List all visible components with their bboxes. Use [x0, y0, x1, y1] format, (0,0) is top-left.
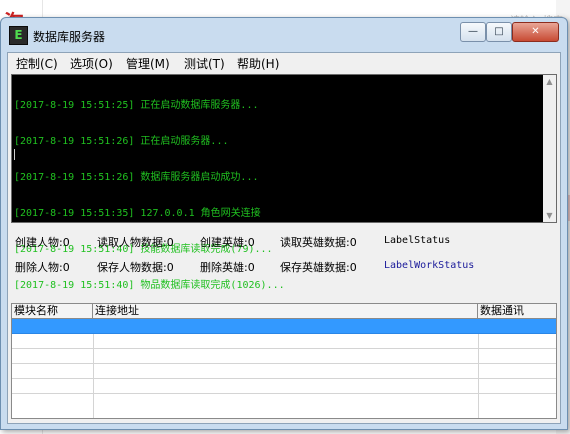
column-data-communication[interactable]: 数据通讯 — [478, 304, 556, 318]
module-list[interactable]: 模块名称 连接地址 数据通讯 — [11, 303, 557, 419]
log-line: [2017-8-19 15:51:35] 127.0.0.1 角色网关连接 — [14, 208, 261, 219]
menu-options[interactable]: 选项(O) — [70, 55, 113, 72]
log-line: [2017-8-19 15:51:26] 数据库服务器启动成功... — [14, 172, 259, 183]
close-button[interactable]: ✕ — [512, 22, 559, 42]
menu-bar: 控制(C) 选项(O) 管理(M) 测试(T) 帮助(H) — [8, 53, 560, 73]
scroll-up-arrow-icon[interactable]: ▲ — [543, 75, 556, 88]
label-status: LabelStatus — [384, 235, 451, 246]
save-character-count: 保存人物数据:0 — [97, 261, 174, 274]
delete-hero-count: 删除英雄:0 — [200, 261, 255, 274]
column-divider — [93, 334, 94, 418]
text-cursor — [14, 149, 15, 160]
menu-help[interactable]: 帮助(H) — [237, 55, 279, 72]
log-line: [2017-8-19 15:51:25] 正在启动数据库服务器... — [14, 100, 259, 111]
database-server-window: E 数据库服务器 — □ ✕ 控制(C) 选项(O) 管理(M) 测试(T) 帮… — [0, 17, 568, 430]
read-character-count: 读取人物数据:0 — [97, 236, 174, 249]
title-bar[interactable]: E 数据库服务器 — □ ✕ — [1, 18, 567, 52]
scroll-down-arrow-icon[interactable]: ▼ — [543, 209, 556, 222]
save-hero-count: 保存英雄数据:0 — [280, 261, 357, 274]
read-hero-count: 读取英雄数据:0 — [280, 236, 357, 249]
menu-control[interactable]: 控制(C) — [16, 55, 58, 72]
label-work-status: LabelWorkStatus — [384, 260, 475, 271]
minimize-button[interactable]: — — [460, 22, 486, 42]
table-row-selected[interactable] — [12, 319, 556, 334]
log-scrollbar[interactable]: ▲ ▼ — [543, 75, 556, 222]
module-list-header: 模块名称 连接地址 数据通讯 — [12, 304, 556, 319]
menu-manage[interactable]: 管理(M) — [126, 55, 170, 72]
menu-test[interactable]: 测试(T) — [184, 55, 225, 72]
create-hero-count: 创建英雄:0 — [200, 236, 255, 249]
column-module-name[interactable]: 模块名称 — [12, 304, 93, 318]
log-line: [2017-8-19 15:51:26] 正在启动服务器... — [14, 136, 229, 147]
app-icon[interactable]: E — [9, 26, 28, 45]
log-lines: [2017-8-19 15:51:25] 正在启动数据库服务器... [2017… — [14, 76, 285, 316]
column-connection-address[interactable]: 连接地址 — [93, 304, 478, 318]
log-line: [2017-8-19 15:51:40] 物品数据库读取完成(1026)... — [14, 280, 285, 291]
column-divider — [478, 334, 479, 418]
log-console[interactable]: [2017-8-19 15:51:25] 正在启动数据库服务器... [2017… — [11, 74, 557, 291]
create-character-count: 创建人物:0 — [15, 236, 70, 249]
client-area: 控制(C) 选项(O) 管理(M) 测试(T) 帮助(H) [2017-8-19… — [7, 52, 561, 424]
delete-character-count: 删除人物:0 — [15, 261, 70, 274]
maximize-button[interactable]: □ — [486, 22, 512, 42]
window-title: 数据库服务器 — [33, 30, 106, 44]
